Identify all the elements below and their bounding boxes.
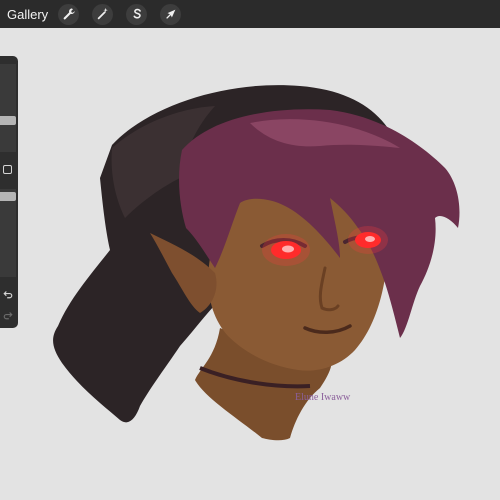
left-sidebar xyxy=(0,56,18,328)
undo-icon xyxy=(3,291,13,299)
brush-size-thumb[interactable] xyxy=(0,116,16,125)
drawing-canvas[interactable]: Elune Iwaww xyxy=(0,28,500,500)
redo-icon xyxy=(3,312,13,320)
adjustments-button[interactable] xyxy=(92,3,114,25)
magic-wand-icon xyxy=(97,7,108,20)
wrench-icon xyxy=(63,8,75,20)
redo-button[interactable] xyxy=(2,309,14,321)
selection-button[interactable] xyxy=(126,3,148,25)
right-eye-highlight xyxy=(365,236,375,242)
undo-button[interactable] xyxy=(2,288,14,300)
top-toolbar: Gallery xyxy=(0,0,500,28)
character-artwork: Elune Iwaww xyxy=(53,85,460,441)
opacity-slider[interactable] xyxy=(0,189,16,277)
artist-signature: Elune Iwaww xyxy=(295,392,351,403)
brush-size-slider[interactable] xyxy=(0,64,16,152)
modify-button[interactable] xyxy=(3,165,12,174)
gallery-button[interactable]: Gallery xyxy=(7,7,48,22)
left-eye-highlight xyxy=(282,245,294,253)
opacity-thumb[interactable] xyxy=(0,192,16,201)
selection-s-icon xyxy=(133,8,141,19)
actions-button[interactable] xyxy=(58,3,80,25)
arrow-cursor-icon xyxy=(166,9,176,19)
transform-button[interactable] xyxy=(160,3,182,25)
